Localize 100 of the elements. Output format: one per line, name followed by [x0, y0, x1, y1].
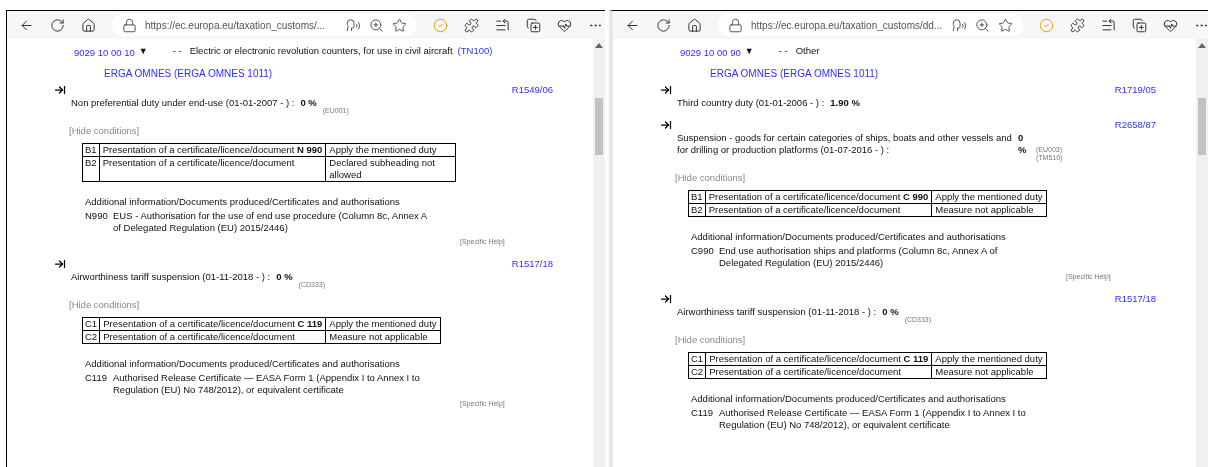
- regulation-link[interactable]: R1719/05: [1114, 84, 1156, 96]
- url-text: https://ec.europa.eu/taxation_customs/...: [145, 18, 327, 33]
- document-code: C119: [691, 407, 714, 420]
- condition-code: C2: [688, 365, 706, 379]
- back-icon[interactable]: [625, 17, 640, 33]
- condition-text: Presentation of a certificate/licence/document: [705, 203, 932, 217]
- arrow-to-line-icon: [660, 84, 672, 96]
- lock-icon: [728, 17, 743, 33]
- condition-text: Presentation of a certificate/licence/document C 119: [99, 317, 326, 331]
- regulation-link[interactable]: R1517/18: [511, 258, 553, 270]
- star-icon[interactable]: [392, 17, 407, 33]
- extensions-icon[interactable]: [1070, 17, 1085, 33]
- arrow-to-line-icon: [660, 119, 672, 131]
- document-code: N990: [85, 210, 109, 223]
- condition-action: Apply the mentioned duty: [931, 190, 1047, 204]
- condition-action: Measure not applicable: [931, 203, 1047, 217]
- condition-code: C1: [82, 317, 100, 331]
- hide-conditions-link[interactable]: [Hide conditions]: [675, 334, 746, 346]
- condition-text: Presentation of a certificate/licence/document: [99, 330, 326, 344]
- condition-action: Apply the mentioned duty: [325, 143, 456, 157]
- condition-action: Apply the mentioned duty: [325, 317, 441, 331]
- duty-rate: 1.90 %: [830, 97, 860, 109]
- regulation-link[interactable]: R2658/87: [1114, 119, 1156, 131]
- duty-rate: 0 %: [882, 306, 899, 318]
- regulation-link[interactable]: R1549/06: [511, 84, 553, 96]
- condition-text: Presentation of a certificate/licence/document C 119: [705, 352, 932, 366]
- collections-icon[interactable]: [1132, 17, 1147, 33]
- duty-rate: 0 %: [300, 97, 317, 109]
- refresh-icon[interactable]: [50, 17, 65, 33]
- measure-text: Third country duty (01-01-2006 - ) :: [677, 97, 825, 109]
- expand-toggle[interactable]: ▼: [744, 45, 754, 57]
- indent-dashes: - -: [172, 45, 182, 57]
- document-description: EUS - Authorisation for the use of end use procedure (Column 8c, Annex A of Delegated Regulation (EU) 2015/2446): [113, 210, 428, 234]
- scroll-up-icon[interactable]: [595, 43, 603, 48]
- lock-icon: [122, 17, 137, 33]
- commodity-code-link[interactable]: 9029 10 00 10: [74, 47, 135, 59]
- document-code: C990: [691, 245, 715, 258]
- check-circle-icon[interactable]: [433, 17, 448, 33]
- condition-code: C1: [688, 352, 706, 366]
- additional-info-heading: Additional information/Documents produced/Certificates and authorisations: [85, 358, 401, 370]
- zoom-icon[interactable]: [369, 17, 384, 33]
- measure-text: Non preferential duty under end-use (01-01-2007 - ) :: [71, 97, 295, 109]
- heart-pulse-icon[interactable]: [557, 17, 572, 33]
- scroll-thumb[interactable]: [595, 98, 603, 155]
- zoom-icon[interactable]: [975, 17, 990, 33]
- document-description: Authorised Release Certificate — EASA Form 1 (Appendix I to Annex I to Regulation (EU) No 748/2012), or equivalent certificate: [113, 372, 421, 396]
- check-circle-icon[interactable]: [1039, 17, 1054, 33]
- condition-code: B1: [688, 190, 706, 204]
- commodity-description: Other: [795, 45, 820, 57]
- heart-pulse-icon[interactable]: [1163, 17, 1178, 33]
- condition-action: Apply the mentioned duty: [931, 352, 1047, 366]
- commodity-code-link[interactable]: 9029 10 00 90: [680, 47, 741, 59]
- condition-action: Measure not applicable: [325, 330, 441, 344]
- duty-rate: 0 %: [276, 271, 293, 283]
- hide-conditions-link[interactable]: [Hide conditions]: [69, 299, 140, 311]
- arrow-to-line-icon: [660, 293, 672, 305]
- favorites-icon[interactable]: [1101, 17, 1116, 33]
- measure-text: Airworthiness tariff suspension (01-11-2018 - ) :: [71, 271, 271, 283]
- origin-link[interactable]: ERGA OMNES (ERGA OMNES 1011): [710, 68, 1196, 80]
- scroll-thumb[interactable]: [1198, 98, 1206, 155]
- scroll-up-icon[interactable]: [1198, 43, 1206, 48]
- note-link[interactable]: (TN100): [457, 45, 493, 57]
- condition-text: Presentation of a certificate/licence/document C 990: [705, 190, 932, 204]
- additional-info-heading: Additional information/Documents produced/Certificates and authorisations: [691, 231, 1007, 243]
- commodity-description: Electric or electronic revolution counters, for use in civil aircraft: [189, 45, 453, 57]
- address-bar[interactable]: https://ec.europa.eu/taxation_customs/...: [112, 14, 417, 36]
- document-description: Authorised Release Certificate — EASA Form 1 (Appendix I to Annex I to Regulation (EU) No 748/2012), or equivalent certificate: [719, 407, 1027, 431]
- home-icon[interactable]: [687, 17, 702, 33]
- back-icon[interactable]: [19, 17, 34, 33]
- hide-conditions-link[interactable]: [Hide conditions]: [69, 125, 140, 137]
- document-code: C119: [85, 372, 108, 385]
- measure-text: Suspension - goods for certain categories of ships, boats and other vessels and for drilling or production platforms (01-07-2016 - ) :: [677, 132, 1012, 156]
- indent-dashes: - -: [778, 45, 788, 57]
- condition-action: Measure not applicable: [931, 365, 1047, 379]
- read-aloud-icon[interactable]: [952, 17, 967, 33]
- origin-link[interactable]: ERGA OMNES (ERGA OMNES 1011): [104, 68, 593, 80]
- condition-code: C2: [82, 330, 100, 344]
- refresh-icon[interactable]: [656, 17, 671, 33]
- condition-code: B1: [82, 143, 100, 157]
- condition-code: B2: [688, 203, 706, 217]
- star-icon[interactable]: [998, 17, 1013, 33]
- regulation-link[interactable]: R1517/18: [1114, 293, 1156, 305]
- hide-conditions-link[interactable]: [Hide conditions]: [675, 172, 746, 184]
- document-description: End use authorisation ships and platforms (Column 8c, Annex A of Delegated Regulation (EU) 2015/2446): [719, 245, 999, 269]
- address-bar[interactable]: https://ec.europa.eu/taxation_customs/dd...: [718, 14, 1023, 36]
- measure-text: Airworthiness tariff suspension (01-11-2018 - ) :: [677, 306, 877, 318]
- condition-text: Presentation of a certificate/licence/document N 990: [99, 143, 326, 157]
- arrow-to-line-icon: [54, 84, 66, 96]
- scrollbar[interactable]: [593, 39, 605, 467]
- scrollbar[interactable]: [1196, 39, 1208, 467]
- read-aloud-icon[interactable]: [346, 17, 361, 33]
- expand-toggle[interactable]: ▼: [138, 45, 148, 57]
- url-text: https://ec.europa.eu/taxation_customs/dd...: [751, 18, 944, 33]
- home-icon[interactable]: [81, 17, 96, 33]
- condition-code: B2: [82, 156, 100, 182]
- extensions-icon[interactable]: [464, 17, 479, 33]
- additional-info-heading: Additional information/Documents produced/Certificates and authorisations: [691, 393, 1007, 405]
- favorites-icon[interactable]: [495, 17, 510, 33]
- collections-icon[interactable]: [526, 17, 541, 33]
- duty-rate: 0 %: [1018, 132, 1028, 156]
